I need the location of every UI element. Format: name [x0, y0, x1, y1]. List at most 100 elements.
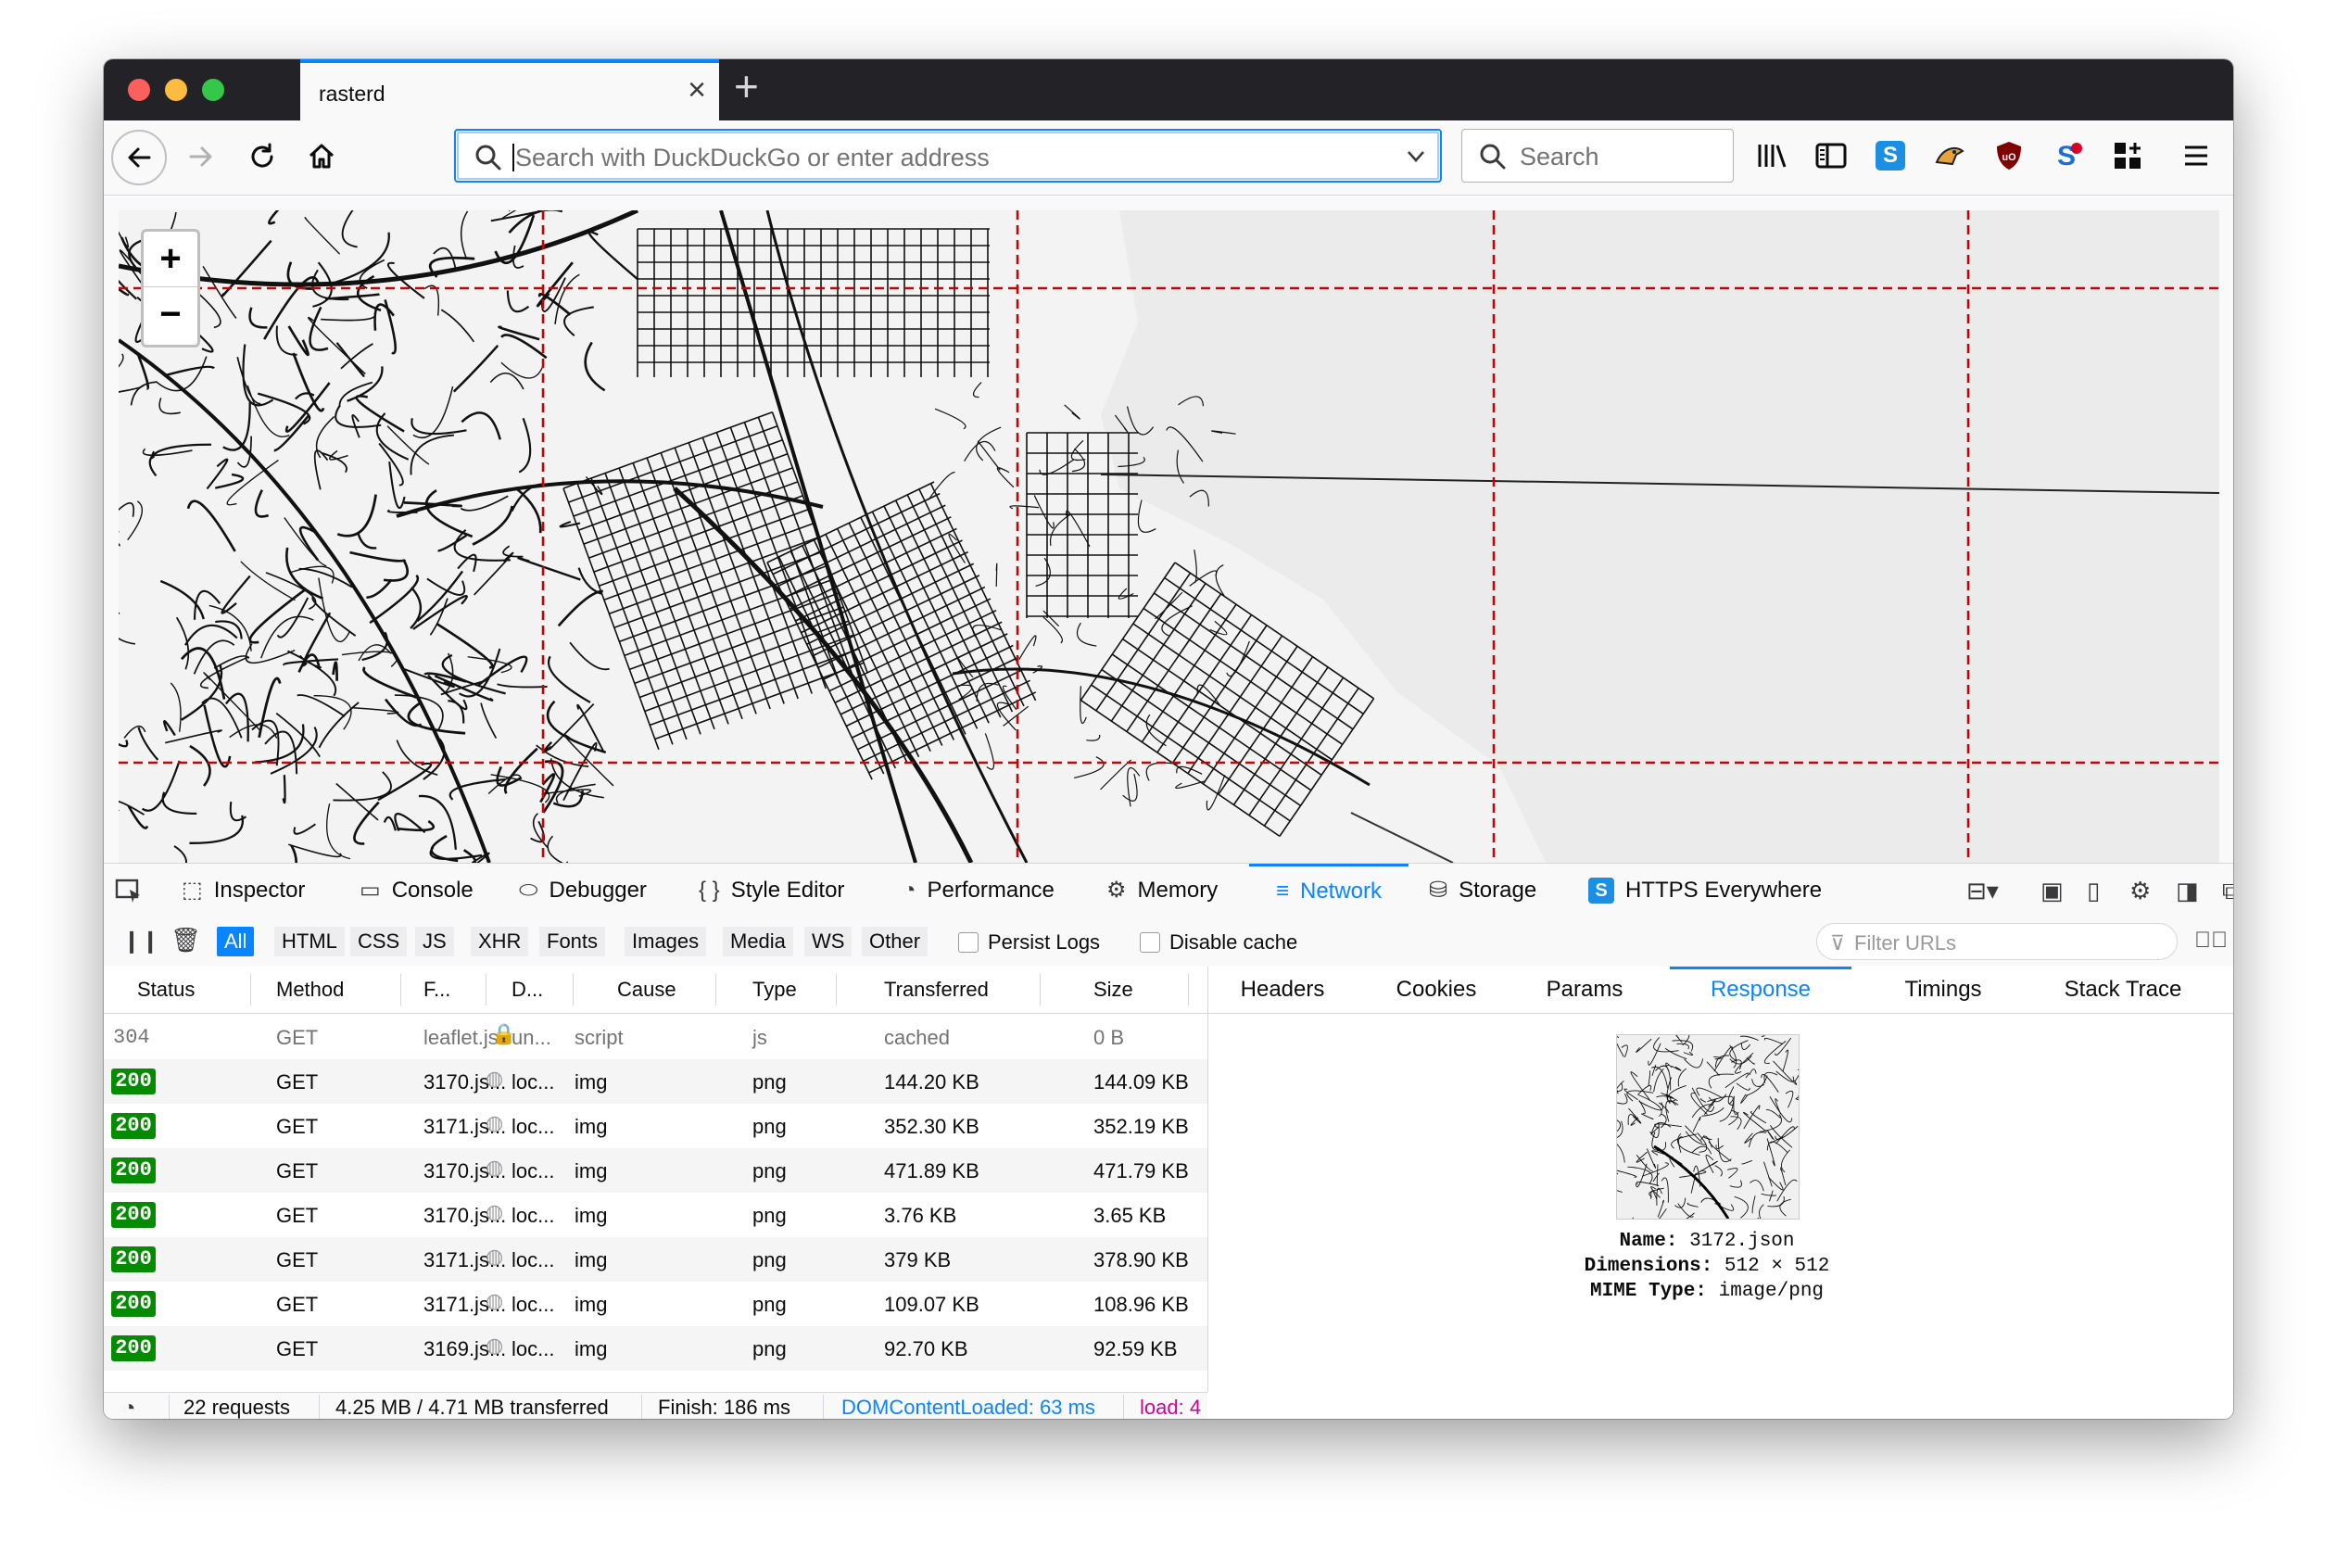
forward-button[interactable]: [174, 130, 228, 183]
request-transferred: 379 KB: [884, 1248, 952, 1271]
column-domain[interactable]: D...: [512, 978, 543, 1002]
filter-other[interactable]: Other: [862, 927, 928, 956]
settings-gear-icon[interactable]: ⚙: [2129, 877, 2151, 905]
request-size: 378.90 KB: [1093, 1248, 1189, 1271]
request-size: 144.09 KB: [1093, 1070, 1189, 1094]
element-picker-button[interactable]: [115, 864, 143, 917]
pause-icon[interactable]: ❙❙: [122, 928, 159, 955]
column-transferred[interactable]: Transferred: [884, 978, 989, 1002]
filter-urls-input[interactable]: ⊽ Filter URLs: [1816, 923, 2178, 960]
zoom-in-button[interactable]: +: [144, 232, 197, 287]
address-input[interactable]: Search with DuckDuckGo or enter address: [512, 144, 990, 172]
window-close-button[interactable]: [128, 79, 150, 101]
extension-bird-icon[interactable]: [1933, 139, 1966, 172]
column-cause[interactable]: Cause: [617, 978, 676, 1002]
filter-media[interactable]: Media: [723, 927, 793, 956]
search-input[interactable]: Search: [1520, 143, 1599, 171]
split-console-icon[interactable]: ▣: [2040, 877, 2064, 905]
dock-side-icon[interactable]: ◨: [2176, 877, 2199, 905]
filter-ws[interactable]: WS: [804, 927, 853, 956]
window-maximize-button[interactable]: [202, 79, 224, 101]
request-size: 92.59 KB: [1093, 1337, 1178, 1360]
request-type: png: [752, 1248, 787, 1271]
request-row[interactable]: 200 GET 3170.js... loc... img png 3.76 KB 3.65 …: [104, 1193, 1207, 1237]
reload-button[interactable]: [235, 130, 289, 183]
trash-icon[interactable]: 🗑: [171, 926, 201, 955]
window-minimize-button[interactable]: [165, 79, 187, 101]
browser-tab[interactable]: rasterd ×: [300, 59, 719, 120]
back-button[interactable]: [111, 130, 167, 185]
chevron-down-icon[interactable]: [1407, 149, 1425, 164]
address-bar[interactable]: Search with DuckDuckGo or enter address: [454, 129, 1442, 183]
filter-fonts[interactable]: Fonts: [539, 927, 606, 956]
svg-text:uO: uO: [2002, 152, 2016, 163]
status-domcontentloaded: DOMContentLoaded: 63 ms: [841, 1396, 1095, 1419]
column-file[interactable]: F...: [423, 978, 450, 1002]
simplenote-extension-icon[interactable]: S: [1874, 139, 1907, 172]
request-row[interactable]: 200 GET 3170.js... loc... img png 471.89 KB 471…: [104, 1148, 1207, 1193]
tab-timings[interactable]: Timings: [1874, 967, 2013, 1013]
layout-dock-icon[interactable]: ⊟▾: [1966, 877, 1999, 905]
tab-performance[interactable]: ◔ Performance: [903, 864, 1055, 917]
request-row[interactable]: 200 GET 3171.js... loc... img png 109.07 KB 108…: [104, 1282, 1207, 1326]
undock-window-icon[interactable]: ⧉: [2222, 877, 2233, 906]
tab-memory[interactable]: ⚙ Memory: [1106, 864, 1218, 917]
new-tab-button[interactable]: +: [734, 65, 759, 107]
close-tab-icon[interactable]: ×: [688, 74, 706, 106]
inspector-icon: ⬚: [182, 878, 203, 903]
request-row[interactable]: 200 GET 3171.js... loc... img png 352.30 KB 352…: [104, 1104, 1207, 1148]
request-method: GET: [276, 1070, 319, 1094]
status-finish: Finish: 186 ms: [658, 1396, 791, 1419]
filter-all[interactable]: All: [217, 927, 255, 956]
request-row[interactable]: 200 GET 3170.js... loc... img png 144.20 KB 144…: [104, 1059, 1207, 1104]
tab-params[interactable]: Params: [1529, 967, 1640, 1013]
status-code-badge: 200: [111, 1113, 156, 1139]
request-row[interactable]: 200 GET 3169.js... loc... img png 92.70 KB 92.5…: [104, 1326, 1207, 1371]
search-box[interactable]: Search: [1461, 129, 1734, 183]
filter-css[interactable]: CSS: [350, 927, 408, 956]
tab-storage[interactable]: ⛁ Storage: [1429, 864, 1536, 917]
ublock-origin-icon[interactable]: uO: [1992, 139, 2026, 172]
tab-cookies[interactable]: Cookies: [1381, 967, 1492, 1013]
responsive-design-icon[interactable]: ▯: [2087, 877, 2100, 905]
tab-https-everywhere[interactable]: S HTTPS Everywhere: [1588, 864, 1822, 917]
column-status[interactable]: Status: [137, 978, 195, 1002]
tab-response[interactable]: Response: [1670, 967, 1851, 1013]
filter-images[interactable]: Images: [625, 927, 707, 956]
tab-network[interactable]: ≡ Network: [1249, 864, 1409, 917]
home-button[interactable]: [295, 130, 348, 183]
street-map: [119, 210, 2219, 863]
disable-cache-checkbox[interactable]: Disable cache: [1140, 930, 1297, 955]
filter-xhr[interactable]: XHR: [471, 927, 529, 956]
library-icon[interactable]: [1756, 139, 1789, 172]
column-method[interactable]: Method: [276, 978, 344, 1002]
globe-icon: ◍: [486, 1111, 504, 1134]
tab-console[interactable]: ▭ Console: [360, 864, 474, 917]
persist-logs-checkbox[interactable]: Persist Logs: [958, 930, 1100, 955]
extensions-grid-icon[interactable]: [2111, 139, 2144, 172]
filter-html[interactable]: HTML: [274, 927, 345, 956]
request-method: GET: [276, 1026, 319, 1049]
request-row[interactable]: 200 GET 3171.js... loc... img png 379 KB 378.90…: [104, 1237, 1207, 1282]
toggle-sidebar-icon[interactable]: ⊳⃞: [2194, 928, 2228, 954]
tab-headers[interactable]: Headers: [1218, 967, 1347, 1013]
filter-js[interactable]: JS: [415, 927, 454, 956]
globe-icon: ◍: [486, 1067, 504, 1090]
tab-inspector[interactable]: ⬚ Inspector: [182, 864, 305, 917]
column-type[interactable]: Type: [752, 978, 797, 1002]
tab-style-editor[interactable]: { } Style Editor: [699, 864, 844, 917]
request-row[interactable]: 304 GET leaflet.js un... script js cached 0 B 🔒: [104, 1015, 1207, 1059]
request-transferred: 3.76 KB: [884, 1204, 957, 1227]
response-mime-type: image/png: [1718, 1281, 1825, 1302]
request-type: png: [752, 1115, 787, 1138]
tab-stack-trace[interactable]: Stack Trace: [2044, 967, 2202, 1013]
sidebar-icon[interactable]: [1814, 139, 1848, 172]
tab-debugger[interactable]: ⬭ Debugger: [519, 864, 647, 917]
https-everywhere-icon[interactable]: S: [2052, 139, 2085, 172]
menu-hamburger-icon[interactable]: [2179, 139, 2213, 172]
performance-analysis-icon[interactable]: ◔: [122, 1396, 136, 1419]
map-viewport[interactable]: + −: [119, 210, 2219, 863]
globe-icon: ◍: [486, 1200, 504, 1223]
zoom-out-button[interactable]: −: [144, 287, 197, 342]
column-size[interactable]: Size: [1093, 978, 1133, 1002]
